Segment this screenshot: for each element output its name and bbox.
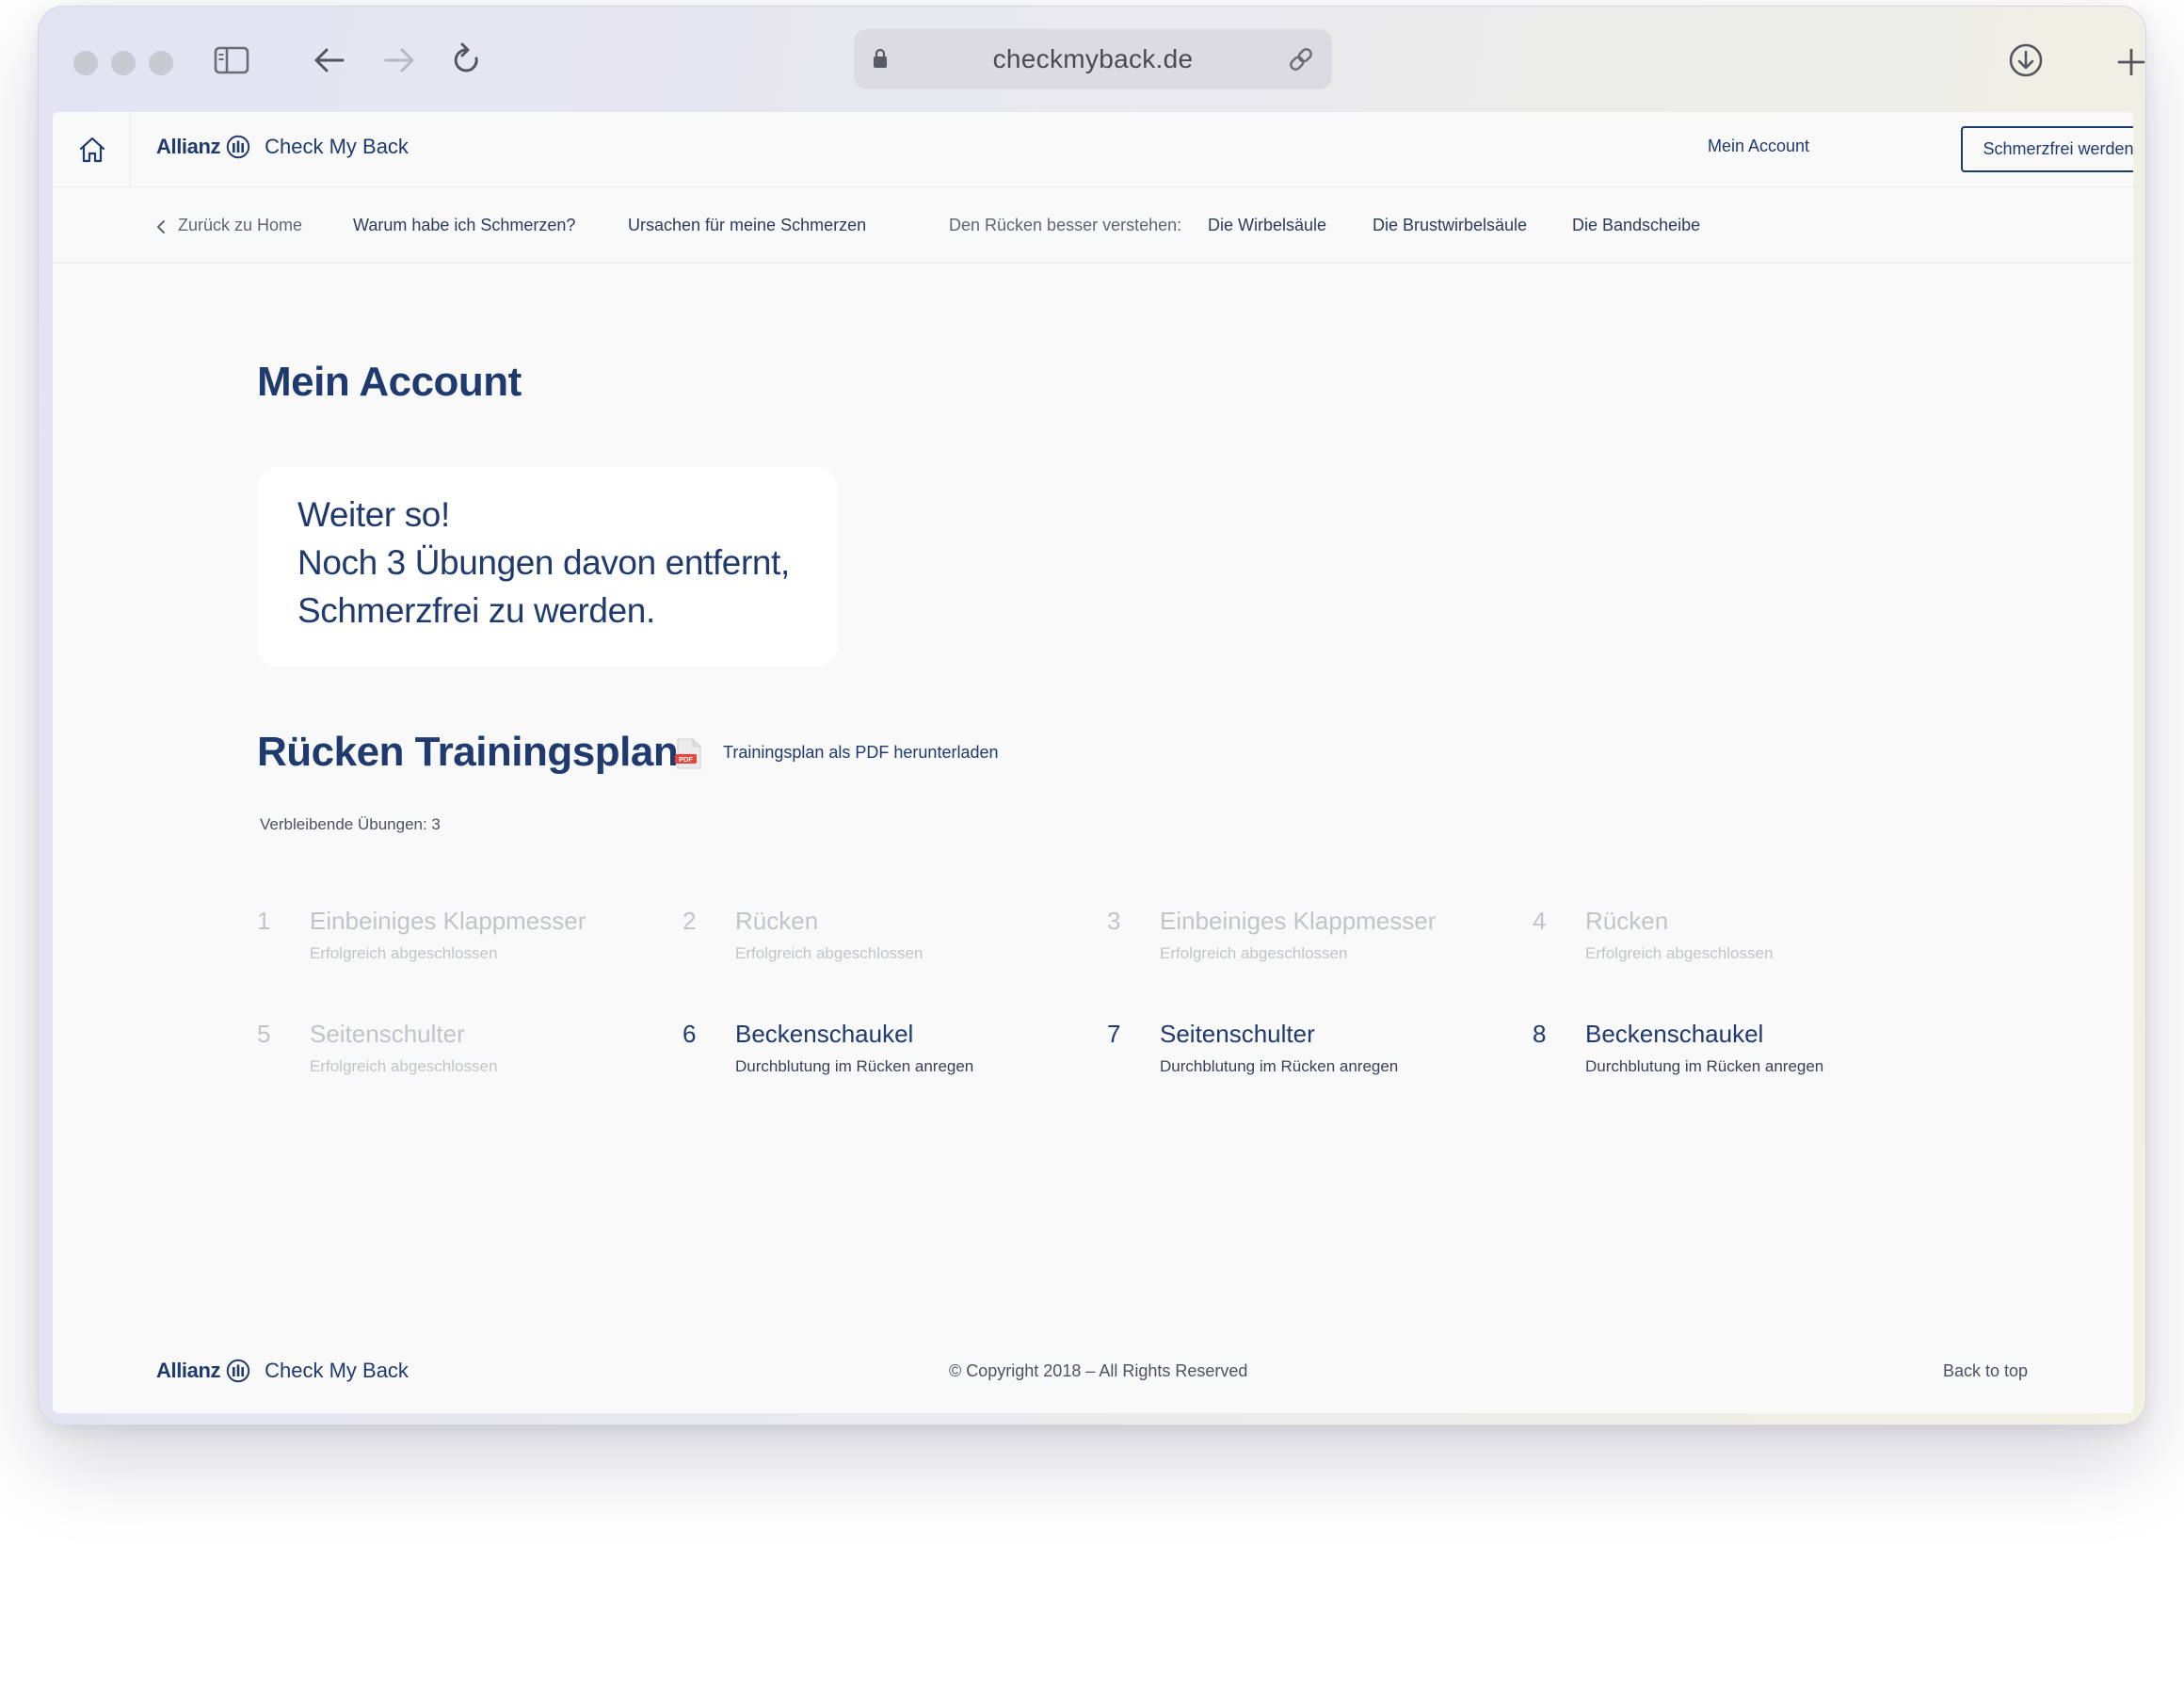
exercise-name: Beckenschaukel <box>735 1020 914 1048</box>
footer-logo[interactable]: Allianz Check My Back <box>156 1359 409 1383</box>
home-button[interactable] <box>53 112 131 187</box>
exercise-status: Durchblutung im Rücken anregen <box>1585 1057 1824 1075</box>
plus-icon[interactable] <box>2117 48 2145 76</box>
remaining-exercises: Verbleibende Übungen: 3 <box>260 815 441 833</box>
exercise-status: Erfolgreich abgeschlossen <box>1585 944 1774 962</box>
window-minimize-button[interactable] <box>111 51 136 75</box>
nav-thoracic-spine-link[interactable]: Die Brustwirbelsäule <box>1373 216 1527 235</box>
exercise-status: Durchblutung im Rücken anregen <box>1160 1057 1399 1075</box>
window-zoom-button[interactable] <box>149 51 173 75</box>
footer-allianz-wordmark: Allianz <box>156 1359 221 1382</box>
home-icon <box>79 137 105 163</box>
copyright-text: © Copyright 2018 – All Rights Reserved <box>949 1361 1248 1380</box>
page-title: Mein Account <box>257 359 522 405</box>
allianz-wordmark: Allianz <box>156 135 221 158</box>
schmerzfrei-werden-button[interactable]: Schmerzfrei werden <box>1961 126 2133 172</box>
training-plan-title: Rücken Trainingsplan <box>257 729 679 775</box>
exercise-status: Erfolgreich abgeschlossen <box>1160 944 1348 962</box>
nav-spine-link[interactable]: Die Wirbelsäule <box>1208 216 1326 235</box>
exercise-number: 1 <box>257 907 271 935</box>
exercise-name: Seitenschulter <box>1160 1020 1315 1048</box>
motivation-line-2: Noch 3 Übungen davon entfernt, <box>297 543 790 582</box>
reload-icon[interactable] <box>451 42 483 78</box>
site-header: Allianz Check My Back Mein Account Schme… <box>53 112 2133 187</box>
page-viewport: Allianz Check My Back Mein Account Schme… <box>53 112 2133 1413</box>
back-to-home-link[interactable]: Zurück zu Home <box>178 216 302 235</box>
browser-window: checkmyback.de Allianz Check My Back Mei… <box>38 6 2146 1425</box>
exercise-status: Erfolgreich abgeschlossen <box>735 944 923 962</box>
exercise-status: Durchblutung im Rücken anregen <box>735 1057 974 1075</box>
exercise-status: Erfolgreich abgeschlossen <box>310 1057 498 1075</box>
allianz-eagle-icon <box>226 135 250 159</box>
window-close-button[interactable] <box>73 51 98 75</box>
exercise-number: 7 <box>1107 1020 1121 1048</box>
address-bar[interactable]: checkmyback.de <box>854 29 1332 89</box>
download-pdf-link[interactable]: Trainingsplan als PDF herunterladen <box>723 743 999 763</box>
exercise-number: 8 <box>1533 1020 1547 1048</box>
exercise-status: Erfolgreich abgeschlossen <box>310 944 498 962</box>
exercise-number: 4 <box>1533 907 1547 935</box>
nav-disc-link[interactable]: Die Bandscheibe <box>1572 216 1700 235</box>
footer-allianz-eagle-icon <box>226 1359 250 1383</box>
back-to-top-link[interactable]: Back to top <box>1943 1361 2028 1381</box>
motivation-card: Weiter so! Noch 3 Übungen davon entfernt… <box>257 467 838 667</box>
exercise-number: 3 <box>1107 907 1121 935</box>
link-icon[interactable] <box>1287 45 1315 73</box>
exercise-number: 6 <box>682 1020 697 1048</box>
back-arrow-icon[interactable] <box>313 47 345 73</box>
forward-arrow-icon[interactable] <box>383 47 415 73</box>
exercise-name: Beckenschaukel <box>1585 1020 1764 1048</box>
browser-toolbar: checkmyback.de <box>39 7 2145 112</box>
exercise-name: Rücken <box>1585 907 1669 935</box>
exercise-name: Seitenschulter <box>310 1020 465 1048</box>
chevron-left-icon <box>157 220 165 233</box>
motivation-line-3: Schmerzfrei zu werden. <box>297 591 655 630</box>
nav-causes-link[interactable]: Ursachen für meine Schmerzen <box>628 216 866 235</box>
footer-product-name: Check My Back <box>265 1359 409 1382</box>
sidebar-toggle-icon[interactable] <box>214 46 249 74</box>
url-text: checkmyback.de <box>992 44 1194 73</box>
exercise-number: 2 <box>682 907 697 935</box>
pdf-icon-label: PDF <box>679 755 693 764</box>
pdf-file-icon[interactable]: PDF <box>674 738 702 770</box>
download-icon[interactable] <box>2008 42 2044 78</box>
exercise-number: 5 <box>257 1020 271 1048</box>
site-logo[interactable]: Allianz Check My Back <box>156 135 409 159</box>
exercise-name: Einbeiniges Klappmesser <box>310 907 586 935</box>
nav-understand-label: Den Rücken besser verstehen: <box>949 216 1182 234</box>
secondary-nav: Zurück zu Home Warum habe ich Schmerzen?… <box>53 188 2133 264</box>
exercise-name: Einbeiniges Klappmesser <box>1160 907 1437 935</box>
motivation-line-1: Weiter so! <box>297 495 450 534</box>
exercise-name: Rücken <box>735 907 819 935</box>
product-name: Check My Back <box>265 135 409 158</box>
nav-why-pain-link[interactable]: Warum habe ich Schmerzen? <box>353 216 575 235</box>
account-link[interactable]: Mein Account <box>1708 137 1809 156</box>
